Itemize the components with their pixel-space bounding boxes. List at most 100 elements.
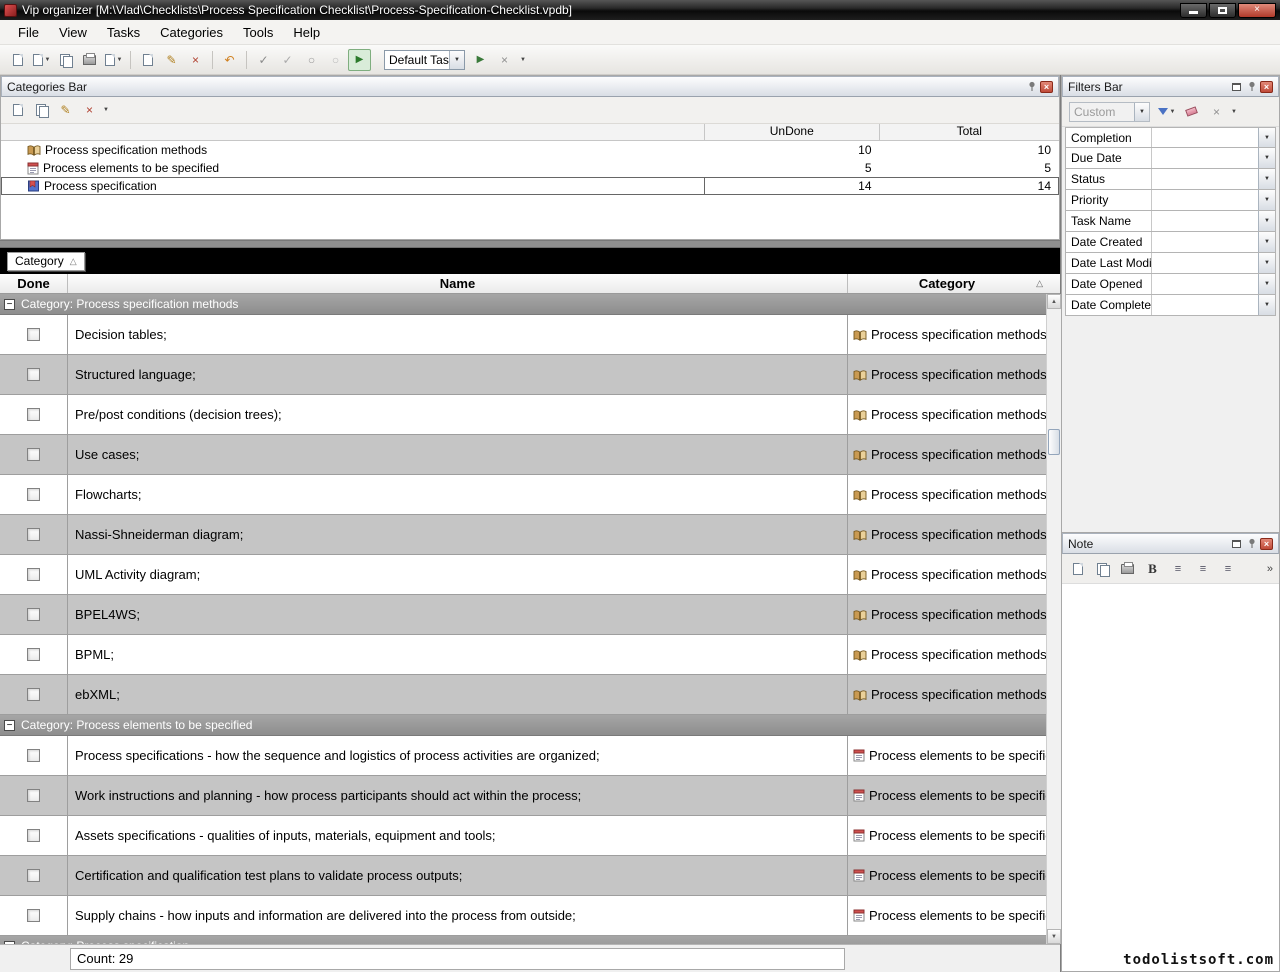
task-row[interactable]: Process specifications - how the sequenc…: [0, 736, 1046, 776]
task-row[interactable]: ebXML;Process specification methods: [0, 675, 1046, 715]
note-toolbar-overflow-icon[interactable]: »: [1267, 563, 1275, 575]
name-column-header[interactable]: Name: [68, 274, 848, 293]
close-panel-button[interactable]: ×: [1260, 538, 1273, 550]
complete-task-button[interactable]: ✓: [252, 49, 275, 71]
dropdown-icon[interactable]: ▼: [45, 57, 51, 63]
filter-dropdown[interactable]: ▼: [1258, 274, 1275, 294]
collapse-icon[interactable]: −: [4, 299, 15, 310]
menu-tools[interactable]: Tools: [233, 21, 283, 44]
task-checkbox[interactable]: [27, 869, 40, 882]
menu-help[interactable]: Help: [283, 21, 330, 44]
task-checkbox[interactable]: [27, 829, 40, 842]
delete-filter-button[interactable]: ×: [1205, 101, 1228, 123]
combo-dropdown-button[interactable]: ▼: [1134, 103, 1149, 121]
task-group-header[interactable]: −Category: Process elements to be specif…: [0, 715, 1046, 736]
task-row[interactable]: BPML;Process specification methods: [0, 635, 1046, 675]
new-subcategory-button[interactable]: [30, 100, 53, 121]
undone-column-header[interactable]: UnDone: [705, 124, 880, 140]
scroll-thumb[interactable]: [1048, 429, 1060, 455]
close-panel-button[interactable]: ×: [1040, 81, 1053, 93]
dropdown-icon[interactable]: ▼: [117, 57, 123, 63]
pin-button[interactable]: [1245, 81, 1258, 93]
print-preview-button[interactable]: ▼: [102, 49, 125, 71]
filter-dropdown[interactable]: ▼: [1258, 169, 1275, 189]
pin-button[interactable]: [1025, 81, 1038, 93]
float-panel-button[interactable]: [1230, 538, 1243, 550]
new-note-button[interactable]: ▼: [30, 49, 53, 71]
note-editor[interactable]: todolistsoft.com: [1062, 584, 1279, 971]
edit-category-button[interactable]: ✎: [54, 100, 77, 121]
minimize-button[interactable]: [1180, 3, 1207, 18]
cancel-template-button[interactable]: ×: [493, 49, 516, 71]
bullet-list-button[interactable]: ≡: [1216, 558, 1239, 580]
delete-task-button[interactable]: ×: [184, 49, 207, 71]
group-by-chip[interactable]: Category △: [7, 252, 85, 271]
task-checkbox[interactable]: [27, 408, 40, 421]
task-row[interactable]: Nassi-Shneiderman diagram;Process specif…: [0, 515, 1046, 555]
task-checkbox[interactable]: [27, 909, 40, 922]
print-button[interactable]: [78, 49, 101, 71]
task-row[interactable]: BPEL4WS;Process specification methods: [0, 595, 1046, 635]
filter-dropdown[interactable]: ▼: [1258, 253, 1275, 273]
filter-preset-combo[interactable]: Custom ▼: [1069, 102, 1150, 122]
category-row[interactable]: Process elements to be specified55: [1, 159, 1059, 177]
print-note-button[interactable]: [1116, 558, 1139, 580]
menu-categories[interactable]: Categories: [150, 21, 233, 44]
complete-all-button[interactable]: ✓: [276, 49, 299, 71]
undo-button[interactable]: ↶: [218, 49, 241, 71]
align-left-button[interactable]: ≡: [1166, 558, 1189, 580]
add-task-button[interactable]: [136, 49, 159, 71]
filter-dropdown[interactable]: ▼: [1258, 211, 1275, 231]
clear-filter-button[interactable]: [1180, 101, 1203, 123]
task-row[interactable]: Work instructions and planning - how pro…: [0, 776, 1046, 816]
task-checkbox[interactable]: [27, 608, 40, 621]
category-name-column-header[interactable]: [1, 124, 705, 140]
combo-dropdown-button[interactable]: ▼: [449, 51, 464, 69]
task-row[interactable]: Use cases;Process specification methods: [0, 435, 1046, 475]
done-column-header[interactable]: Done: [0, 274, 68, 293]
filter-dropdown[interactable]: ▼: [1258, 128, 1275, 147]
filters-toolbar-overflow-icon[interactable]: ▼: [1231, 109, 1237, 115]
categories-toolbar-overflow-icon[interactable]: ▼: [103, 107, 109, 113]
task-checkbox[interactable]: [27, 328, 40, 341]
bold-button[interactable]: B: [1141, 558, 1164, 580]
task-checkbox[interactable]: [27, 568, 40, 581]
menu-tasks[interactable]: Tasks: [97, 21, 150, 44]
edit-task-button[interactable]: ✎: [160, 49, 183, 71]
task-row[interactable]: Decision tables;Process specification me…: [0, 315, 1046, 355]
task-row[interactable]: Assets specifications - qualities of inp…: [0, 816, 1046, 856]
task-checkbox[interactable]: [27, 448, 40, 461]
status-circle2-button[interactable]: ○: [324, 49, 347, 71]
task-checkbox[interactable]: [27, 789, 40, 802]
maximize-button[interactable]: [1209, 3, 1236, 18]
timer-toggle-button[interactable]: ▶: [348, 49, 371, 71]
dropdown-icon[interactable]: ▼: [1170, 109, 1176, 115]
duplicate-button[interactable]: [54, 49, 77, 71]
task-row[interactable]: Certification and qualification test pla…: [0, 856, 1046, 896]
filter-dropdown[interactable]: ▼: [1258, 295, 1275, 315]
vertical-scrollbar[interactable]: ▲ ▼: [1046, 294, 1061, 944]
new-category-button[interactable]: [6, 100, 29, 121]
float-panel-button[interactable]: [1230, 81, 1243, 93]
horizontal-splitter[interactable]: [0, 240, 1060, 248]
task-row[interactable]: Flowcharts;Process specification methods: [0, 475, 1046, 515]
task-checkbox[interactable]: [27, 688, 40, 701]
apply-template-button[interactable]: ▶: [469, 49, 492, 71]
filter-dropdown[interactable]: ▼: [1258, 190, 1275, 210]
task-row[interactable]: Pre/post conditions (decision trees);Pro…: [0, 395, 1046, 435]
task-checkbox[interactable]: [27, 648, 40, 661]
category-row[interactable]: Process specification1414: [1, 177, 1059, 195]
status-circle-button[interactable]: ○: [300, 49, 323, 71]
total-column-header[interactable]: Total: [880, 124, 1059, 140]
task-checkbox[interactable]: [27, 749, 40, 762]
attach-button[interactable]: [1091, 558, 1114, 580]
collapse-icon[interactable]: −: [4, 720, 15, 731]
task-row[interactable]: UML Activity diagram;Process specificati…: [0, 555, 1046, 595]
task-row[interactable]: Supply chains - how inputs and informati…: [0, 896, 1046, 936]
filter-dropdown[interactable]: ▼: [1258, 232, 1275, 252]
toolbar-overflow-icon[interactable]: ▼: [520, 57, 526, 63]
apply-filter-button[interactable]: ▼: [1155, 101, 1178, 123]
scroll-track[interactable]: [1047, 309, 1061, 929]
task-checkbox[interactable]: [27, 528, 40, 541]
task-group-header[interactable]: −Category: Process specification methods: [0, 294, 1046, 315]
